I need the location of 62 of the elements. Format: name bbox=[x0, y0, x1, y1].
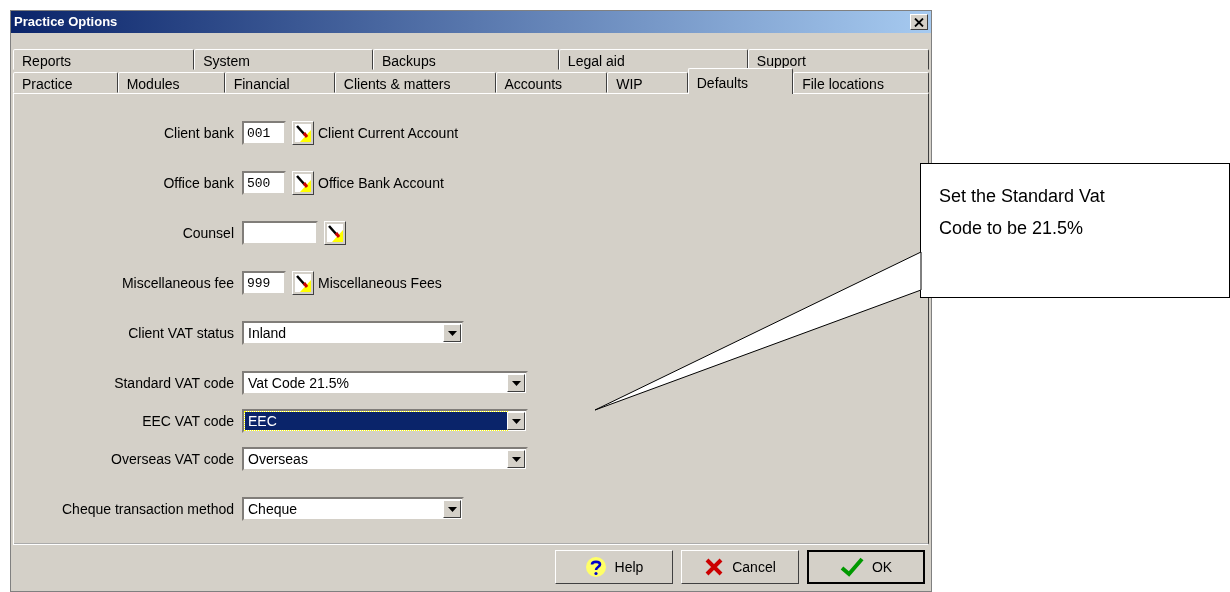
account-name: Miscellaneous Fees bbox=[318, 273, 442, 293]
lookup-icon bbox=[295, 124, 311, 142]
dialog-button[interactable]: Cancel bbox=[681, 550, 799, 584]
tab[interactable]: Accounts bbox=[495, 72, 608, 93]
lookup-icon bbox=[295, 174, 311, 192]
tab[interactable]: Modules bbox=[117, 72, 225, 93]
tab[interactable]: Clients & matters bbox=[334, 72, 496, 93]
cross-icon bbox=[704, 557, 725, 577]
checkmark-icon bbox=[839, 557, 864, 577]
dropdown[interactable]: Inland bbox=[242, 321, 464, 345]
dropdown[interactable]: Vat Code 21.5% bbox=[242, 371, 528, 395]
field-label: Client VAT status bbox=[127, 323, 235, 343]
tab[interactable]: WIP bbox=[607, 72, 688, 93]
dialog-button[interactable]: OK bbox=[807, 550, 925, 584]
dropdown-arrow-icon bbox=[447, 330, 457, 336]
dropdown[interactable]: Cheque bbox=[242, 497, 464, 521]
tab[interactable]: Backups bbox=[373, 49, 559, 70]
field-label: Client bank bbox=[162, 123, 235, 143]
question-icon bbox=[584, 556, 607, 578]
dropdown-value: Vat Code 21.5% bbox=[247, 374, 350, 392]
field-label: EEC VAT code bbox=[141, 411, 235, 431]
account-name: Office Bank Account bbox=[318, 173, 444, 193]
lookup-button[interactable] bbox=[292, 271, 314, 295]
dropdown-arrow-icon bbox=[447, 506, 457, 512]
tab[interactable]: Defaults bbox=[687, 68, 794, 94]
code-field[interactable] bbox=[242, 221, 318, 245]
tab[interactable]: Legal aid bbox=[558, 49, 748, 70]
close-button[interactable] bbox=[910, 14, 928, 30]
dropdown[interactable]: Overseas bbox=[242, 447, 528, 471]
code-field[interactable]: 001 bbox=[242, 121, 286, 145]
dropdown[interactable]: EEC bbox=[242, 409, 528, 433]
tab[interactable]: System bbox=[194, 49, 373, 70]
code-field[interactable]: 500 bbox=[242, 171, 286, 195]
lookup-button[interactable] bbox=[292, 171, 314, 195]
lookup-icon bbox=[295, 274, 311, 292]
field-label: Cheque transaction method bbox=[61, 499, 235, 519]
tab[interactable]: Reports bbox=[13, 49, 195, 70]
account-name: Client Current Account bbox=[318, 123, 459, 143]
tab[interactable]: Practice bbox=[13, 72, 118, 93]
field-label: Counsel bbox=[181, 223, 235, 243]
field-label: Miscellaneous fee bbox=[120, 273, 235, 293]
window-title: Practice Options bbox=[14, 13, 118, 32]
dropdown-value: Cheque bbox=[247, 500, 299, 518]
lookup-button[interactable] bbox=[292, 121, 314, 145]
close-icon bbox=[914, 17, 924, 27]
code-field[interactable]: 999 bbox=[242, 271, 286, 295]
tab[interactable]: Financial bbox=[224, 72, 335, 93]
dropdown-value: EEC bbox=[245, 412, 507, 430]
tab[interactable]: Support bbox=[747, 49, 929, 70]
lookup-button[interactable] bbox=[324, 221, 346, 245]
dropdown-value: Overseas bbox=[247, 450, 309, 468]
lookup-icon bbox=[327, 224, 343, 242]
callout-box: Set the Standard Vat Code to be 21.5% bbox=[920, 163, 1230, 298]
tab[interactable]: File locations bbox=[793, 72, 929, 93]
field-label: Overseas VAT code bbox=[110, 449, 235, 469]
dropdown-value: Inland bbox=[247, 324, 288, 342]
field-label: Office bank bbox=[162, 173, 235, 193]
dropdown-arrow-icon bbox=[511, 456, 521, 462]
field-label: Standard VAT code bbox=[113, 373, 235, 393]
dropdown-arrow-icon bbox=[511, 418, 521, 424]
dropdown-arrow-icon bbox=[511, 380, 521, 386]
dialog-button[interactable]: Help bbox=[555, 550, 673, 584]
